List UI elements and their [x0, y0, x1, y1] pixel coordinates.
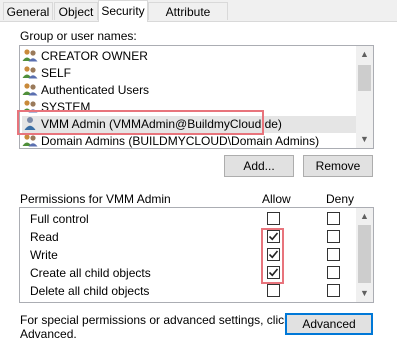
deny-header: Deny	[326, 192, 355, 206]
permission-row: Delete all child objects	[30, 284, 150, 298]
user-name-label: Domain Admins (BUILDMYCLOUD\Domain Admin…	[41, 134, 320, 148]
tab-general[interactable]: General	[3, 2, 53, 20]
user-icon	[22, 116, 38, 130]
tab-strip: General Object Security Attribute Editor	[0, 0, 397, 37]
tab-security[interactable]: Security	[98, 0, 148, 22]
scroll-thumb[interactable]	[358, 65, 371, 91]
group-icon	[22, 99, 38, 113]
allow-checkbox[interactable]	[267, 230, 280, 243]
user-list[interactable]: CREATOR OWNER SELF Authenticated Users SYST…	[19, 45, 374, 149]
user-list-item[interactable]: Domain Admins (BUILDMYCLOUD\Domain Admin…	[22, 133, 356, 148]
allow-checkbox[interactable]	[267, 266, 280, 279]
deny-checkbox[interactable]	[327, 284, 340, 297]
user-list-item[interactable]: Authenticated Users	[22, 82, 356, 99]
group-icon	[22, 82, 38, 96]
group-icon	[22, 133, 38, 147]
user-name-label: VMM Admin (VMMAdmin@BuildmyCloud.de)	[41, 117, 282, 131]
deny-checkbox[interactable]	[327, 266, 340, 279]
permissions-label: Permissions for VMM Admin	[20, 192, 171, 206]
deny-checkbox[interactable]	[327, 212, 340, 225]
user-name-label: Authenticated Users	[41, 83, 150, 97]
allow-checkbox[interactable]	[267, 248, 280, 261]
allow-checkbox[interactable]	[267, 284, 280, 297]
tab-attribute-editor[interactable]: Attribute Editor	[148, 2, 228, 37]
user-list-item[interactable]: CREATOR OWNER	[22, 48, 356, 65]
special-permissions-text-2: Advanced.	[20, 327, 77, 341]
user-name-label: SYSTEM	[41, 100, 91, 114]
add-button[interactable]: Add...	[224, 155, 294, 177]
group-icon	[22, 48, 38, 62]
group-label: Group or user names:	[20, 29, 137, 43]
user-list-item[interactable]: SELF	[22, 65, 356, 82]
scroll-down-icon[interactable]: ▼	[356, 285, 373, 302]
tab-object[interactable]: Object	[54, 2, 98, 20]
deny-checkbox[interactable]	[327, 248, 340, 261]
user-list-item[interactable]: VMM Admin (VMMAdmin@BuildmyCloud.de)	[22, 116, 356, 133]
special-permissions-text: For special permissions or advanced sett…	[20, 313, 291, 327]
user-list-scrollbar[interactable]: ▲ ▼	[356, 46, 373, 148]
permissions-scrollbar[interactable]: ▲ ▼	[356, 208, 373, 302]
deny-checkbox[interactable]	[327, 230, 340, 243]
scroll-down-icon[interactable]: ▼	[356, 131, 373, 148]
permission-row: Full control	[30, 212, 89, 226]
user-list-item[interactable]: SYSTEM	[22, 99, 356, 116]
permission-row: Create all child objects	[30, 266, 151, 280]
scroll-up-icon[interactable]: ▲	[356, 208, 373, 225]
advanced-button[interactable]: Advanced	[285, 313, 373, 335]
allow-checkbox[interactable]	[267, 212, 280, 225]
remove-button[interactable]: Remove	[303, 155, 373, 177]
permission-row: Write	[30, 248, 58, 262]
permission-row: Read	[30, 230, 59, 244]
group-icon	[22, 65, 38, 79]
permissions-list[interactable]: Full control Read Write Create all child ob…	[19, 207, 374, 303]
scroll-up-icon[interactable]: ▲	[356, 46, 373, 63]
scroll-thumb[interactable]	[358, 225, 371, 283]
user-name-label: CREATOR OWNER	[41, 49, 148, 63]
user-name-label: SELF	[41, 66, 72, 80]
allow-header: Allow	[262, 192, 291, 206]
